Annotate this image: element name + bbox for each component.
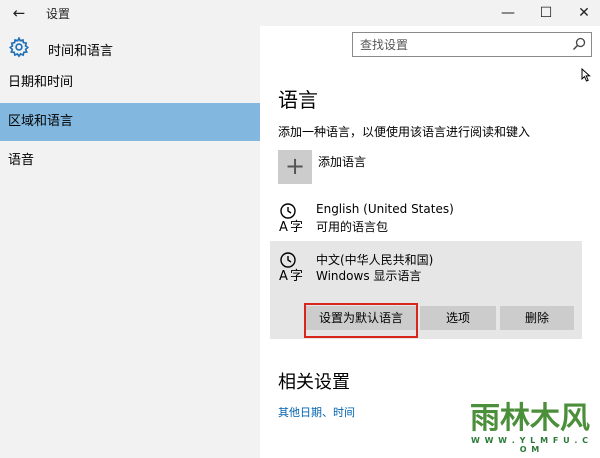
- app-title: 时间和语言: [48, 44, 114, 59]
- mouse-cursor-icon: [581, 68, 591, 82]
- add-tile[interactable]: +: [278, 150, 312, 184]
- window-title: 设置: [46, 7, 71, 21]
- sidebar-item-speech[interactable]: 语音: [0, 142, 260, 180]
- language-section-title: 语言: [278, 88, 318, 112]
- watermark-url: W W W . Y L M F U . C O M: [470, 436, 590, 454]
- language-item-english[interactable]: A 字 English (United States) 可用的语言包: [270, 198, 582, 240]
- language-name: English (United States): [316, 202, 454, 216]
- back-arrow-icon[interactable]: ←: [8, 3, 30, 23]
- sidebar-item-region-language[interactable]: 区域和语言: [0, 103, 260, 141]
- add-language-button[interactable]: + 添加语言: [278, 150, 578, 186]
- language-status: 可用的语言包: [316, 220, 389, 234]
- sidebar-item-date-time[interactable]: 日期和时间: [0, 64, 260, 102]
- title-bar: ← 设置 — ☐ ✕: [0, 0, 600, 26]
- app-header: 时间和语言: [0, 30, 260, 66]
- highlight-box: [304, 303, 418, 338]
- add-language-label: 添加语言: [318, 155, 367, 169]
- maximize-button[interactable]: ☐: [526, 0, 566, 26]
- plus-icon: +: [284, 152, 306, 180]
- remove-button[interactable]: 删除: [500, 306, 574, 330]
- related-settings-title: 相关设置: [278, 372, 350, 393]
- search-icon[interactable]: [572, 37, 586, 51]
- language-status: Windows 显示语言: [316, 269, 422, 283]
- search-input[interactable]: [353, 33, 563, 56]
- close-button[interactable]: ✕: [564, 0, 600, 26]
- svg-text:雨林木风: 雨林木风: [470, 401, 590, 436]
- gear-icon: [8, 36, 30, 58]
- language-icon: A 字: [279, 203, 303, 234]
- sidebar: 时间和语言 日期和时间 区域和语言 语音: [0, 26, 260, 458]
- svg-text:A: A: [279, 269, 288, 283]
- svg-text:A: A: [279, 220, 288, 234]
- language-name: 中文(中华人民共和国): [316, 253, 434, 267]
- language-description: 添加一种语言，以便使用该语言进行阅读和键入: [278, 125, 531, 139]
- minimize-button[interactable]: —: [488, 0, 528, 26]
- related-settings-link[interactable]: 其他日期、时间: [278, 404, 355, 420]
- svg-text:字: 字: [290, 220, 303, 234]
- search-box[interactable]: [352, 32, 592, 57]
- language-icon: A 字: [279, 252, 303, 283]
- svg-text:字: 字: [290, 269, 303, 283]
- options-button[interactable]: 选项: [420, 306, 496, 330]
- watermark-logo: 雨林木风: [470, 401, 590, 436]
